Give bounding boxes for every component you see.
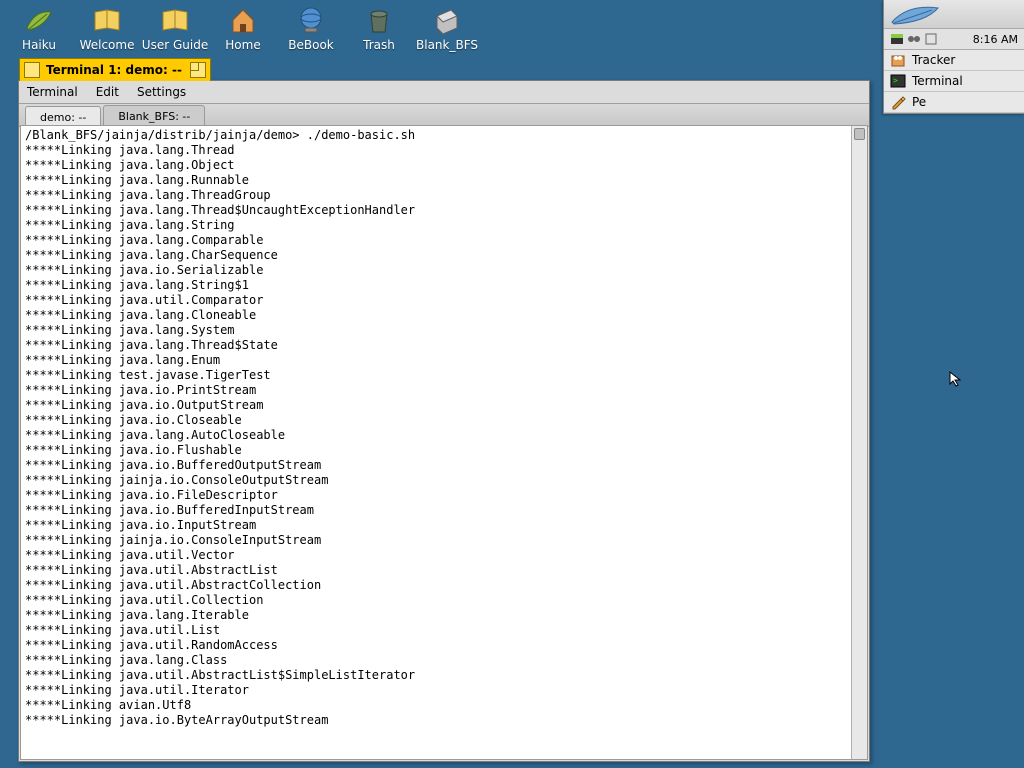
book-icon — [91, 4, 123, 36]
tray-icon[interactable] — [907, 32, 921, 46]
globe-icon — [295, 4, 327, 36]
icon-label: Trash — [363, 38, 395, 52]
disk-icon — [431, 4, 463, 36]
icon-label: Haiku — [22, 38, 56, 52]
deskbar-app-pe[interactable]: Pe — [884, 92, 1024, 113]
menubar: Terminal Edit Settings — [19, 81, 869, 104]
close-button[interactable] — [24, 62, 40, 78]
app-label: Pe — [912, 95, 926, 109]
leaf-icon — [23, 4, 55, 36]
tray-icon[interactable] — [890, 32, 904, 46]
terminal-output: /Blank_BFS/jainja/distrib/jainja/demo> .… — [21, 126, 867, 730]
menu-terminal[interactable]: Terminal — [27, 85, 78, 99]
tab-label: Blank_BFS: -- — [118, 110, 190, 123]
scroll-thumb[interactable] — [854, 128, 865, 140]
window-titlebar[interactable]: Terminal 1: demo: -- — [19, 58, 211, 81]
scrollbar[interactable] — [851, 126, 867, 759]
desktop-icon-welcome[interactable]: Welcome — [80, 4, 134, 52]
deskbar-tray: 8:16 AM — [884, 29, 1024, 50]
app-label: Terminal — [912, 74, 963, 88]
cursor-icon — [947, 370, 965, 391]
trash-icon — [363, 4, 395, 36]
home-icon — [227, 4, 259, 36]
icon-label: User Guide — [142, 38, 208, 52]
tab-demo[interactable]: demo: -- — [25, 106, 101, 127]
icon-label: Home — [225, 38, 260, 52]
deskbar: 8:16 AM Tracker > Terminal Pe — [883, 0, 1024, 114]
icon-label: Welcome — [80, 38, 135, 52]
pe-icon — [890, 94, 906, 110]
tab-blankbfs[interactable]: Blank_BFS: -- — [103, 105, 205, 126]
icon-label: BeBook — [288, 38, 333, 52]
svg-text:>: > — [893, 76, 898, 85]
terminal-icon: > — [890, 73, 906, 89]
tracker-icon — [890, 52, 906, 68]
desktop-icon-blankbfs[interactable]: Blank_BFS — [420, 4, 474, 52]
app-label: Tracker — [912, 53, 955, 67]
menu-edit[interactable]: Edit — [96, 85, 119, 99]
clock[interactable]: 8:16 AM — [973, 33, 1018, 46]
window-title: Terminal 1: demo: -- — [46, 63, 182, 77]
deskbar-leaf-menu[interactable] — [884, 0, 1024, 29]
deskbar-app-terminal[interactable]: > Terminal — [884, 71, 1024, 92]
menu-settings[interactable]: Settings — [137, 85, 186, 99]
desktop-icon-haiku[interactable]: Haiku — [12, 4, 66, 52]
icon-label: Blank_BFS — [416, 38, 478, 52]
terminal-body[interactable]: /Blank_BFS/jainja/distrib/jainja/demo> .… — [20, 125, 868, 760]
desktop-icon-userguide[interactable]: User Guide — [148, 4, 202, 52]
tray-icon[interactable] — [924, 32, 938, 46]
desktop-icons: Haiku Welcome User Guide Home BeBook Tra… — [12, 4, 474, 52]
desktop-icon-trash[interactable]: Trash — [352, 4, 406, 52]
leaf-logo-icon — [890, 2, 940, 26]
desktop-icon-home[interactable]: Home — [216, 4, 270, 52]
tab-label: demo: -- — [40, 111, 86, 124]
desktop-icon-bebook[interactable]: BeBook — [284, 4, 338, 52]
terminal-window: Terminal 1: demo: -- Terminal Edit Setti… — [18, 80, 870, 762]
tabbar: demo: -- Blank_BFS: -- — [19, 104, 869, 127]
zoom-button[interactable] — [190, 62, 206, 78]
deskbar-app-tracker[interactable]: Tracker — [884, 50, 1024, 71]
book-icon — [159, 4, 191, 36]
